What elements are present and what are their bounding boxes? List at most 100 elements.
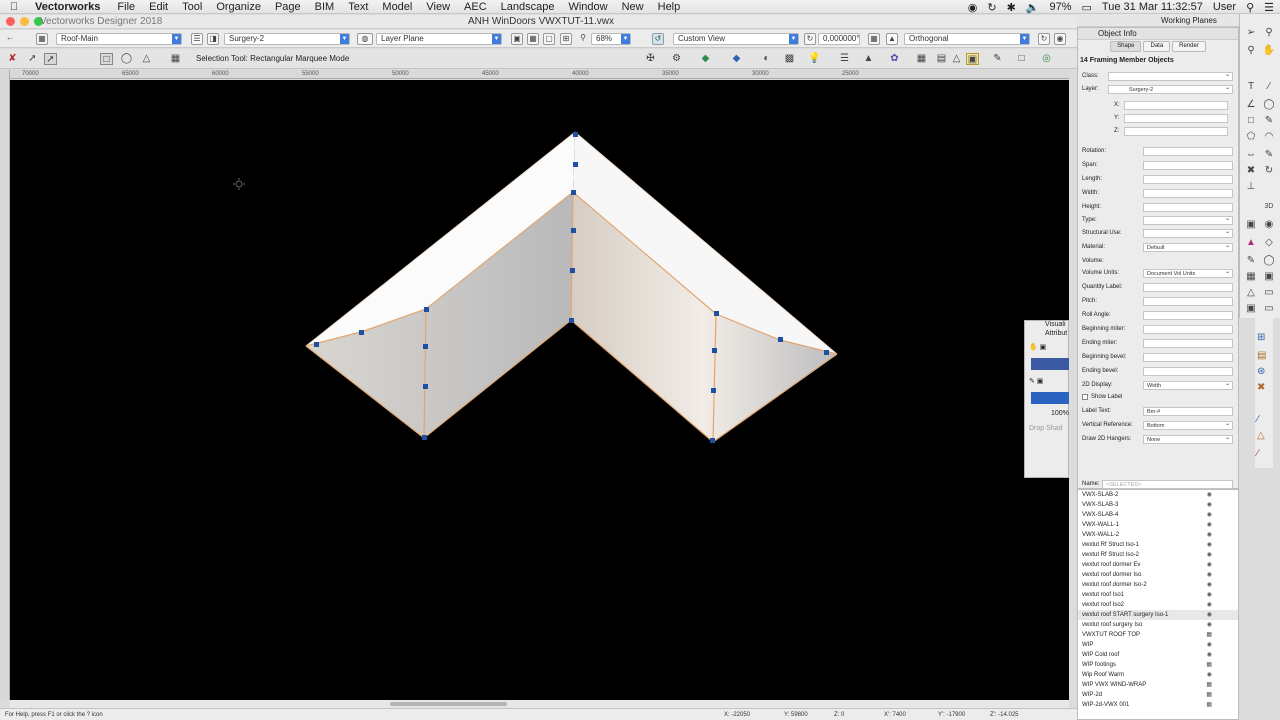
texture-icon[interactable]: ▦: [915, 53, 928, 65]
layer-stack-icon[interactable]: ◨: [207, 33, 219, 45]
name-field[interactable]: <SELECTED>: [1102, 480, 1233, 489]
rectangular-marquee-icon[interactable]: □: [100, 53, 113, 65]
rotate-tool-icon[interactable]: ↻: [1262, 164, 1276, 178]
pen-style-icon[interactable]: ✎ ▣: [1029, 377, 1043, 385]
list-item[interactable]: vwxtut roof START surgery Iso-1 ◉: [1078, 610, 1238, 620]
nurbs-tool-icon[interactable]: ▭: [1262, 286, 1276, 300]
class-options-icon[interactable]: ▦: [36, 33, 48, 45]
rotation-field[interactable]: 0,000000°: [818, 33, 860, 45]
class-dropdown[interactable]: Roof-Main ▼: [56, 33, 182, 45]
menu-edit[interactable]: Edit: [142, 1, 175, 13]
z-field[interactable]: [1124, 127, 1228, 136]
list-item[interactable]: vwxtut Rf Struct Iso-1 ◉: [1078, 540, 1238, 550]
beginning-bevel-field[interactable]: [1143, 353, 1233, 362]
fill-color-swatch[interactable]: [1031, 358, 1069, 370]
layer-select[interactable]: Surgery-2: [1108, 84, 1233, 94]
eyedropper-icon[interactable]: ✎: [991, 53, 1004, 65]
width-field[interactable]: [1143, 189, 1233, 198]
sweep-tool-icon[interactable]: ◉: [1262, 218, 1276, 232]
shape-tool-icon[interactable]: ⬠: [1244, 130, 1258, 144]
tool-cursor-icon[interactable]: ✘: [6, 53, 19, 65]
battery-icon[interactable]: ▭: [1082, 1, 1092, 14]
zoom-fit-icon[interactable]: ▦: [527, 33, 539, 45]
text-tool-icon[interactable]: T: [1244, 80, 1258, 94]
list-item[interactable]: vwxtut roof dormer Iso ◉: [1078, 570, 1238, 580]
drawing-area[interactable]: [10, 80, 1069, 700]
menu-file[interactable]: File: [110, 1, 142, 13]
list-item[interactable]: VWX-SLAB-2 ◉: [1078, 490, 1238, 500]
frame-icon[interactable]: □: [1015, 53, 1028, 65]
saved-views-icon[interactable]: ↻: [1038, 33, 1050, 45]
visualization-title[interactable]: Visuali: [1045, 321, 1066, 328]
circle-tool-icon[interactable]: ◯: [1262, 98, 1276, 112]
loft-tool-icon[interactable]: ◇: [1262, 236, 1276, 250]
zoom-selection-icon[interactable]: ▢: [543, 33, 555, 45]
roof-tool-icon[interactable]: △: [1257, 430, 1265, 441]
grid-tool-icon[interactable]: ⊞: [1257, 332, 1265, 343]
tab-data[interactable]: Data: [1143, 41, 1171, 52]
selection-tool-icon[interactable]: ➢: [1244, 26, 1258, 40]
list-item[interactable]: vwxtut Rf Struct Iso-2 ◉: [1078, 550, 1238, 560]
volume-icon[interactable]: 🔈: [1026, 1, 1040, 14]
list-item[interactable]: WIP-2d-VWX 001 ▦: [1078, 700, 1238, 710]
fill-style-icon[interactable]: ✋ ▣: [1029, 343, 1046, 351]
line-tool-icon[interactable]: ∕: [1262, 80, 1276, 94]
user-name[interactable]: User: [1213, 1, 1236, 13]
beam-tool-icon[interactable]: ∕: [1257, 414, 1259, 425]
layer-options-icon[interactable]: ☰: [191, 33, 203, 45]
flyover-tool-icon[interactable]: ✋: [1262, 44, 1276, 58]
battery-percent[interactable]: 97%: [1049, 1, 1071, 13]
quantity-label-field[interactable]: [1143, 283, 1233, 292]
mirror-tool-icon[interactable]: ⇔: [1244, 148, 1258, 162]
lasso-marquee-icon[interactable]: ◯: [120, 53, 133, 65]
floor-icon[interactable]: ▤: [935, 53, 948, 65]
pitch-field[interactable]: [1143, 297, 1233, 306]
framing-tool-icon[interactable]: ∕: [1257, 448, 1259, 459]
menu-app-name[interactable]: Vectorworks: [28, 1, 110, 13]
pen-color-swatch[interactable]: [1031, 392, 1069, 404]
tab-render[interactable]: Render: [1172, 41, 1206, 52]
sun-icon[interactable]: ✿: [888, 53, 901, 65]
menu-tool[interactable]: Tool: [175, 1, 209, 13]
list-item[interactable]: WIP footings ▦: [1078, 660, 1238, 670]
type-select[interactable]: [1143, 215, 1233, 225]
walkthrough-icon[interactable]: ▲: [862, 53, 875, 65]
menu-aec[interactable]: AEC: [457, 1, 494, 13]
snap-icon[interactable]: ✠: [644, 53, 657, 65]
highlight-icon[interactable]: ▣: [966, 53, 979, 65]
truss-tool-icon[interactable]: ✖: [1257, 382, 1265, 393]
back-arrow-icon[interactable]: ←: [4, 33, 16, 45]
volume-units-select[interactable]: Document Vol Units: [1143, 268, 1233, 278]
deform-tool-icon[interactable]: ✎: [1244, 254, 1258, 268]
menu-window[interactable]: Window: [561, 1, 614, 13]
rectangle-tool-icon[interactable]: □: [1244, 114, 1258, 128]
close-button[interactable]: [6, 17, 15, 26]
cylinder-tool-icon[interactable]: ▭: [1262, 302, 1276, 316]
time-machine-icon[interactable]: ↻: [987, 1, 996, 14]
list-item[interactable]: vwxtut roof dormer Ev ◉: [1078, 560, 1238, 570]
polygon-marquee-icon[interactable]: △: [140, 53, 153, 65]
bluetooth-icon[interactable]: ✱: [1007, 1, 1016, 14]
light-source-icon[interactable]: [233, 178, 245, 190]
ending-bevel-field[interactable]: [1143, 367, 1233, 376]
trim-tool-icon[interactable]: ✖: [1244, 164, 1258, 178]
plane-mode-icon[interactable]: ◍: [357, 33, 373, 45]
visibility-icon[interactable]: ◉: [1054, 33, 1066, 45]
tool-preferences-icon[interactable]: ▦: [169, 53, 182, 65]
contrast-icon[interactable]: ◐: [760, 53, 773, 65]
scrollbar-thumb[interactable]: [390, 702, 507, 706]
list-item[interactable]: Wip Roof Warm ◉: [1078, 670, 1238, 680]
span-field[interactable]: [1143, 161, 1233, 170]
length-field[interactable]: [1143, 175, 1233, 184]
mesh-tool-icon[interactable]: △: [1244, 286, 1258, 300]
roof-right-plane[interactable]: [571, 192, 837, 442]
menu-text[interactable]: Text: [341, 1, 375, 13]
push-pull-tool-icon[interactable]: ▲: [1244, 236, 1258, 250]
list-item[interactable]: vwxtut roof dormer Iso-2 ◉: [1078, 580, 1238, 590]
ending-miter-field[interactable]: [1143, 339, 1233, 348]
minimize-button[interactable]: [20, 17, 29, 26]
class-select[interactable]: [1108, 71, 1233, 81]
object-info-title[interactable]: Object Info: [1078, 28, 1238, 40]
show-label-checkbox[interactable]: [1082, 394, 1088, 400]
list-item[interactable]: VWX-WALL-1 ◉: [1078, 520, 1238, 530]
